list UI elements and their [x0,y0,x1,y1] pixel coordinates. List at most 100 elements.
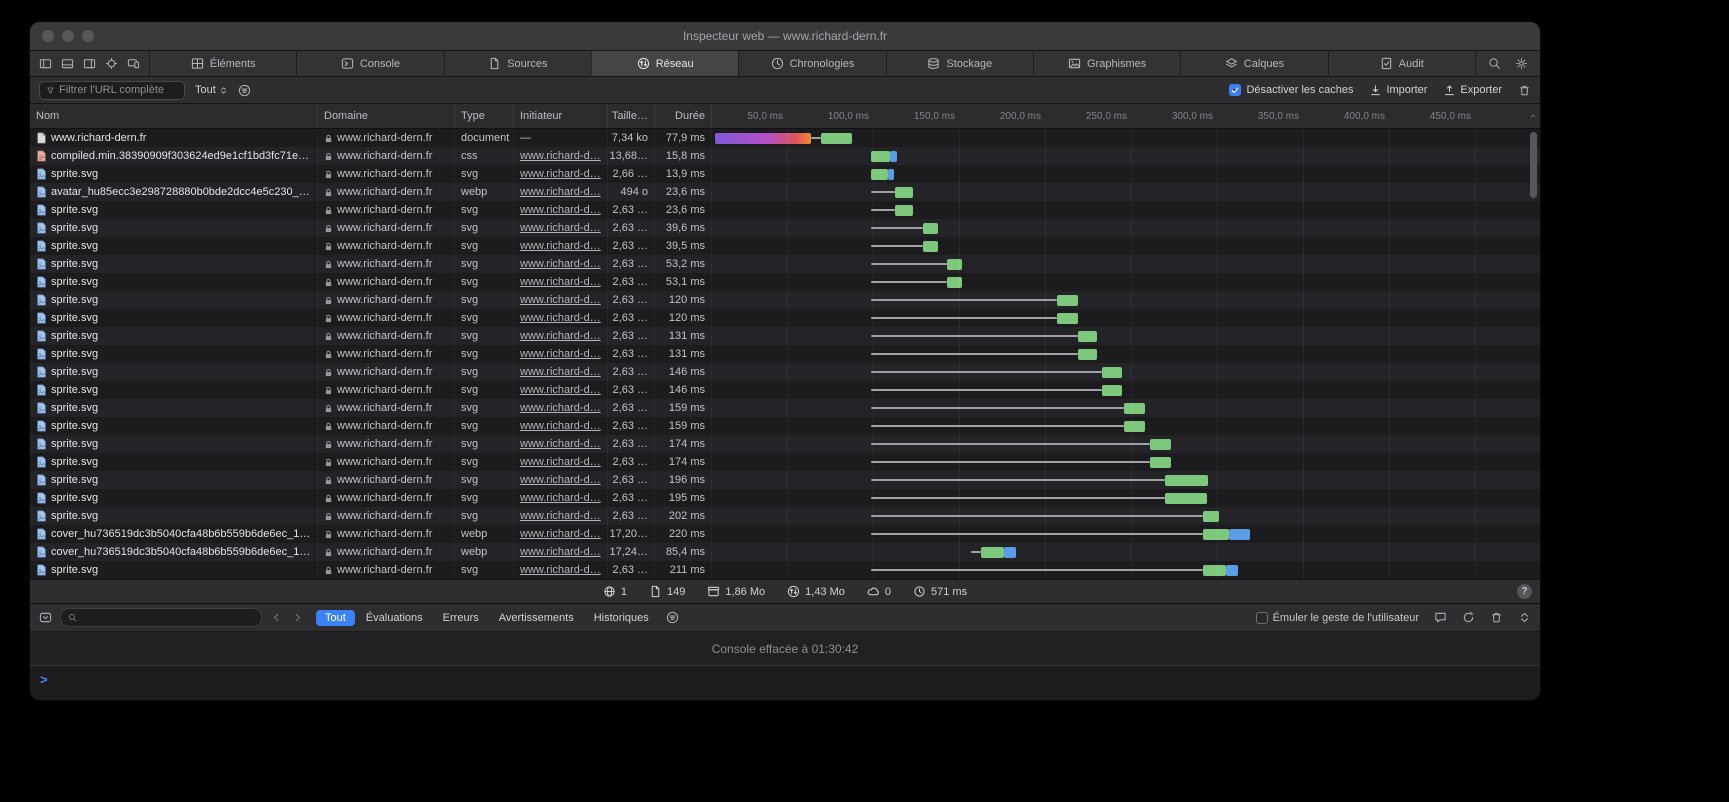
initiator-text[interactable]: www.richard-d… [520,150,601,162]
dock-right-icon[interactable] [83,57,96,70]
history-forward-icon[interactable] [291,611,304,624]
column-header-domaine[interactable]: Domaine [318,104,455,128]
table-row[interactable]: cover_hu736519dc3b5040cfa48b6b559b6de6ec… [30,525,1540,543]
console-tab-avertissements[interactable]: Avertissements [490,610,583,626]
initiator-text[interactable]: www.richard-d… [520,492,601,504]
scroll-up-icon[interactable] [1529,112,1537,120]
element-selector-icon[interactable] [105,57,118,70]
table-row[interactable]: sprite.svgwww.richard-dern.frsvgwww.rich… [30,201,1540,219]
column-header-nom[interactable]: Nom [30,104,318,128]
dock-side-icon[interactable] [39,57,52,70]
table-row[interactable]: sprite.svgwww.richard-dern.frsvgwww.rich… [30,381,1540,399]
emulate-gesture-checkbox[interactable]: Émuler le geste de l'utilisateur [1256,612,1419,624]
close-button[interactable] [42,30,54,42]
device-icon[interactable] [127,57,140,70]
initiator-text[interactable]: www.richard-d… [520,258,601,270]
initiator-text[interactable]: www.richard-d… [520,366,601,378]
table-row[interactable]: sprite.svgwww.richard-dern.frsvgwww.rich… [30,291,1540,309]
dock-bottom-icon[interactable] [61,57,74,70]
resource-type-select[interactable]: Tout [195,84,228,96]
column-header-duree[interactable]: Durée [655,104,712,128]
initiator-text[interactable]: www.richard-d… [520,420,601,432]
help-button[interactable]: ? [1517,584,1532,599]
table-row[interactable]: sprite.svgwww.richard-dern.frsvgwww.rich… [30,165,1540,183]
search-icon[interactable] [1488,57,1501,70]
import-button[interactable]: Importer [1369,84,1427,97]
table-row[interactable]: sprite.svgwww.richard-dern.frsvgwww.rich… [30,471,1540,489]
initiator-text[interactable]: www.richard-d… [520,438,601,450]
initiator-text[interactable]: www.richard-d… [520,456,601,468]
vertical-scrollbar[interactable] [1530,132,1537,198]
tab-chronologies[interactable]: Chronologies [738,51,885,76]
table-row[interactable]: sprite.svgwww.richard-dern.frsvgwww.rich… [30,273,1540,291]
table-row[interactable]: sprite.svgwww.richard-dern.frsvgwww.rich… [30,453,1540,471]
initiator-text[interactable]: www.richard-d… [520,474,601,486]
tab-sources[interactable]: Sources [444,51,591,76]
message-source-picker-icon[interactable] [39,611,52,624]
initiator-text[interactable]: www.richard-d… [520,384,601,396]
tab-graphismes[interactable]: Graphismes [1033,51,1180,76]
initiator-text[interactable]: www.richard-d… [520,186,601,198]
reload-icon[interactable] [1462,611,1475,624]
table-row[interactable]: sprite.svgwww.richard-dern.frsvgwww.rich… [30,237,1540,255]
export-button[interactable]: Exporter [1443,84,1502,97]
column-header-taille[interactable]: Taille… [608,104,655,128]
console-messages-icon[interactable] [1434,611,1447,624]
history-back-icon[interactable] [270,611,283,624]
network-filter-options-icon[interactable] [238,84,251,97]
clear-console-trash-icon[interactable] [1490,611,1503,624]
zoom-button[interactable] [82,30,94,42]
initiator-text[interactable]: www.richard-d… [520,222,601,234]
minimize-button[interactable] [62,30,74,42]
initiator-text[interactable]: www.richard-d… [520,276,601,288]
disable-caches-checkbox[interactable]: Désactiver les caches [1229,84,1353,96]
tab-stockage[interactable]: Stockage [886,51,1033,76]
table-row[interactable]: sprite.svgwww.richard-dern.frsvgwww.rich… [30,219,1540,237]
table-row[interactable]: sprite.svgwww.richard-dern.frsvgwww.rich… [30,399,1540,417]
table-row[interactable]: sprite.svgwww.richard-dern.frsvgwww.rich… [30,435,1540,453]
tab-reseau[interactable]: Réseau [591,51,738,76]
console-tab-historiques[interactable]: Historiques [585,610,658,626]
initiator-text[interactable]: www.richard-d… [520,564,601,576]
table-row[interactable]: www.richard-dern.frwww.richard-dern.frdo… [30,129,1540,147]
initiator-text[interactable]: www.richard-d… [520,528,601,540]
table-row[interactable]: compiled.min.38390909f303624ed9e1cf1bd3f… [30,147,1540,165]
console-tab-erreurs[interactable]: Erreurs [434,610,488,626]
console-filter-options-icon[interactable] [666,611,679,624]
initiator-text[interactable]: www.richard-d… [520,348,601,360]
initiator-text[interactable]: www.richard-d… [520,330,601,342]
table-row[interactable]: sprite.svgwww.richard-dern.frsvgwww.rich… [30,327,1540,345]
initiator-text[interactable]: www.richard-d… [520,168,601,180]
url-filter-input[interactable]: Filtrer l'URL complète [39,81,185,100]
table-row[interactable]: sprite.svgwww.richard-dern.frsvgwww.rich… [30,345,1540,363]
table-row[interactable]: sprite.svgwww.richard-dern.frsvgwww.rich… [30,417,1540,435]
console-tab-evaluations[interactable]: Évaluations [357,610,432,626]
table-row[interactable]: sprite.svgwww.richard-dern.frsvgwww.rich… [30,309,1540,327]
console-tab-tout[interactable]: Tout [316,610,355,626]
initiator-text[interactable]: www.richard-d… [520,510,601,522]
column-header-type[interactable]: Type [455,104,514,128]
table-row[interactable]: cover_hu736519dc3b5040cfa48b6b559b6de6ec… [30,543,1540,561]
console-prompt[interactable]: > [30,666,1540,700]
console-search-input[interactable] [60,608,262,627]
expand-console-icon[interactable] [1518,611,1531,624]
initiator-text[interactable]: www.richard-d… [520,402,601,414]
initiator-text[interactable]: www.richard-d… [520,312,601,324]
initiator-text[interactable]: www.richard-d… [520,294,601,306]
table-row[interactable]: avatar_hu85ecc3e298728880b0bde2dcc4e5c23… [30,183,1540,201]
initiator-text[interactable]: www.richard-d… [520,204,601,216]
table-row[interactable]: sprite.svgwww.richard-dern.frsvgwww.rich… [30,489,1540,507]
table-row[interactable]: sprite.svgwww.richard-dern.frsvgwww.rich… [30,561,1540,579]
table-row[interactable]: sprite.svgwww.richard-dern.frsvgwww.rich… [30,255,1540,273]
tab-console[interactable]: Console [296,51,443,76]
tab-elements[interactable]: Éléments [149,51,296,76]
tab-calques[interactable]: Calques [1180,51,1327,76]
tab-audit[interactable]: Audit [1328,51,1475,76]
column-header-initiateur[interactable]: Initiateur [514,104,608,128]
gear-icon[interactable] [1515,57,1528,70]
initiator-text[interactable]: www.richard-d… [520,240,601,252]
table-row[interactable]: sprite.svgwww.richard-dern.frsvgwww.rich… [30,507,1540,525]
clear-network-trash-icon[interactable] [1518,84,1531,97]
initiator-text[interactable]: www.richard-d… [520,546,601,558]
table-row[interactable]: sprite.svgwww.richard-dern.frsvgwww.rich… [30,363,1540,381]
